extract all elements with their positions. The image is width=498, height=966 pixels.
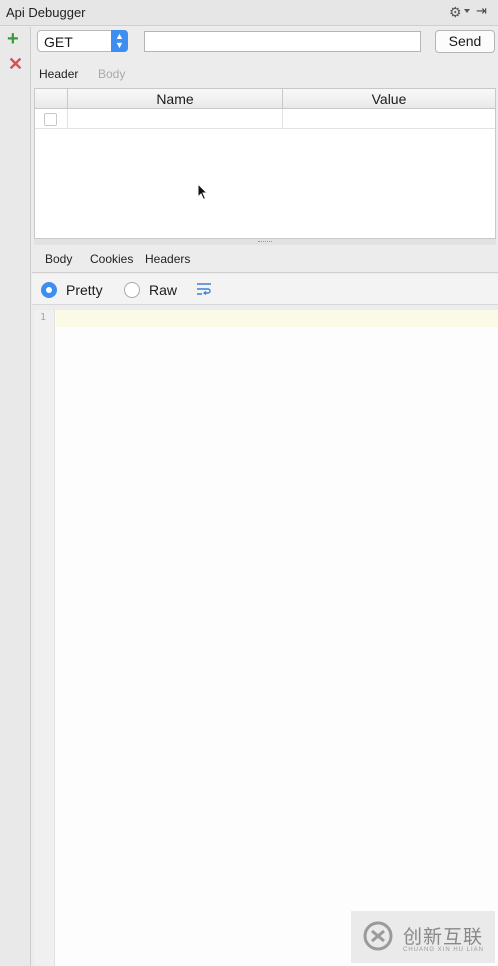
- table-row: [35, 109, 495, 129]
- debugger-main: GET ▲ ▼ Send Header Body Name Value Body …: [32, 27, 498, 966]
- tab-cookies[interactable]: Cookies: [90, 252, 133, 266]
- method-select[interactable]: GET ▲ ▼: [37, 30, 128, 52]
- tab-header[interactable]: Header: [39, 67, 78, 81]
- chevron-down-icon[interactable]: [464, 9, 470, 13]
- table-header: Name Value: [35, 89, 495, 109]
- row-enable-checkbox[interactable]: [44, 113, 57, 126]
- splitter-grip-icon: [258, 241, 272, 243]
- column-header-value[interactable]: Value: [283, 89, 495, 109]
- pretty-label[interactable]: Pretty: [66, 282, 103, 298]
- hide-panel-icon[interactable]: ⇥: [476, 3, 487, 19]
- line-number-gutter: 1: [34, 310, 55, 966]
- row-select-cell: [35, 109, 68, 129]
- gear-icon[interactable]: ⚙: [449, 4, 462, 21]
- response-editor[interactable]: 1: [34, 310, 498, 966]
- method-value: GET: [44, 34, 73, 50]
- tab-response-body[interactable]: Body: [45, 252, 72, 266]
- close-icon[interactable]: ✕: [8, 54, 23, 74]
- request-tabs: Header Body: [32, 64, 498, 86]
- panel-splitter[interactable]: [34, 239, 496, 245]
- mouse-pointer-icon: [197, 183, 209, 201]
- tab-response-headers[interactable]: Headers: [145, 252, 190, 266]
- soft-wrap-icon[interactable]: [196, 281, 212, 297]
- window-title: Api Debugger: [6, 5, 86, 20]
- watermark-subtext: CHUANG XIN HU LIAN: [403, 947, 485, 953]
- response-tabs: Body Cookies Headers: [32, 247, 498, 273]
- send-button[interactable]: Send: [435, 30, 495, 53]
- tab-body[interactable]: Body: [98, 67, 125, 81]
- watermark: 创新互联 CHUANG XIN HU LIAN: [351, 911, 495, 963]
- watermark-logo-icon: [363, 921, 393, 951]
- current-line-highlight: [56, 310, 498, 327]
- row-value-cell[interactable]: [283, 109, 495, 129]
- watermark-text: 创新互联: [403, 927, 484, 948]
- left-toolbar: + ✕: [0, 27, 31, 966]
- view-mode-bar: Pretty Raw: [32, 274, 498, 305]
- pretty-radio[interactable]: [41, 282, 57, 298]
- raw-label[interactable]: Raw: [149, 282, 177, 298]
- header-table: Name Value: [34, 88, 496, 239]
- tool-window-titlebar: Api Debugger ⚙ ⇥: [0, 0, 498, 26]
- url-input[interactable]: [144, 31, 421, 52]
- line-number: 1: [40, 312, 47, 323]
- raw-radio[interactable]: [124, 282, 140, 298]
- select-arrows-icon: ▲ ▼: [111, 30, 128, 52]
- row-name-cell[interactable]: [68, 109, 283, 129]
- plus-icon[interactable]: +: [7, 29, 19, 49]
- column-header-name[interactable]: Name: [68, 89, 283, 109]
- select-column-header: [35, 89, 68, 109]
